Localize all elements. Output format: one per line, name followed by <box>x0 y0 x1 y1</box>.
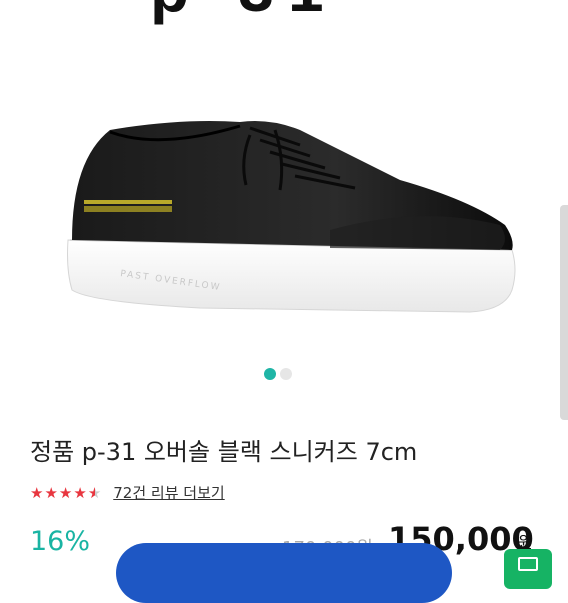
rating-row: ★ ★ ★ ★ ★ 72건 리뷰 더보기 <box>30 482 225 503</box>
discount-rate: 16% <box>30 526 91 557</box>
floating-action-button[interactable] <box>504 549 552 589</box>
buy-button[interactable] <box>116 543 452 603</box>
star-rating: ★ ★ ★ ★ ★ <box>30 485 101 501</box>
star-icon: ★ <box>73 483 87 502</box>
star-icon: ★ <box>58 483 73 502</box>
star-icon: ★ <box>44 483 58 502</box>
reviews-link[interactable]: 72건 리뷰 더보기 <box>113 482 224 503</box>
page-scrollbar[interactable] <box>560 205 568 420</box>
star-icon: ★ <box>30 483 44 502</box>
carousel-dot-2[interactable] <box>280 368 292 380</box>
half-star-icon: ★ <box>87 483 102 502</box>
chat-icon <box>518 557 538 571</box>
product-image[interactable]: PAST OVERFLOW <box>0 90 568 360</box>
carousel-pager <box>264 367 292 381</box>
carousel-dot-1[interactable] <box>264 368 276 380</box>
product-title: 정품 p-31 오버솔 블랙 스니커즈 7cm <box>30 438 418 466</box>
top-banner-text: p-31 <box>150 0 430 24</box>
